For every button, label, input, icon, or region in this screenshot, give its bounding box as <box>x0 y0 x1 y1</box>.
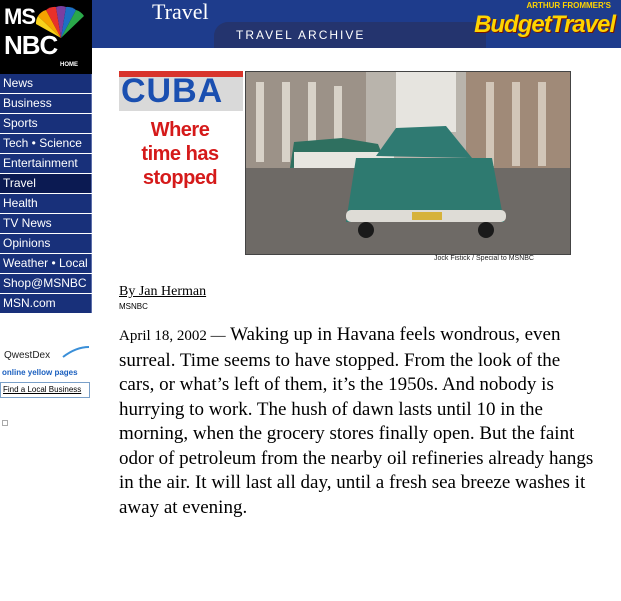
havana-street-photo <box>245 71 571 255</box>
feature-subtitle-line: Where <box>150 119 210 141</box>
author-byline[interactable]: By Jan Herman <box>119 284 206 300</box>
page-header: Travel TRAVEL ARCHIVE ARTHUR FROMMER'S B… <box>92 0 621 48</box>
feature-subtitle-line: stopped <box>142 167 218 189</box>
logo-home-label: HOME <box>60 62 78 68</box>
feature-subtitle: Where time has stopped <box>119 118 241 190</box>
logo-text-msn: MS <box>4 4 36 29</box>
photo-credit: Jock Fistick / Special to MSNBC <box>434 255 534 262</box>
nav-item-opinions[interactable]: Opinions <box>0 234 92 253</box>
travel-archive-tab[interactable]: TRAVEL ARCHIVE <box>214 22 486 48</box>
spacer-image <box>2 420 8 426</box>
nav-item-shop[interactable]: Shop@MSNBC <box>0 274 92 293</box>
sidebar-nav: News Business Sports Tech • Science Ente… <box>0 74 92 314</box>
nav-item-news[interactable]: News <box>0 74 92 93</box>
ad-brand: QwestDex <box>4 350 51 361</box>
article-source: MSNBC <box>119 302 148 311</box>
article-body: April 18, 2002 — Waking up in Havana fee… <box>119 323 599 520</box>
feature-subtitle-line: time has <box>141 143 219 165</box>
nav-item-health[interactable]: Health <box>0 194 92 213</box>
nav-item-entertainment[interactable]: Entertainment <box>0 154 92 173</box>
nav-item-tv-news[interactable]: TV News <box>0 214 92 233</box>
ad-tagline: online yellow pages <box>2 368 78 377</box>
nav-item-tech-science[interactable]: Tech • Science <box>0 134 92 153</box>
logo-text-nbc: NBC <box>4 30 58 60</box>
msnbc-logo[interactable]: MS NBC HOME <box>0 0 92 74</box>
travel-archive-label: TRAVEL ARCHIVE <box>236 28 366 42</box>
nav-item-business[interactable]: Business <box>0 94 92 113</box>
nav-item-sports[interactable]: Sports <box>0 114 92 133</box>
article-text: Waking up in Havana feels wondrous, even… <box>119 324 594 518</box>
qwestdex-ad[interactable]: QwestDex online yellow pages Find a Loca… <box>0 344 92 406</box>
budget-travel-logo[interactable]: ARTHUR FROMMER'S BudgetTravel <box>474 0 621 48</box>
section-title[interactable]: Travel <box>152 0 209 24</box>
nav-item-msn[interactable]: MSN.com <box>0 294 92 313</box>
nav-item-weather-local[interactable]: Weather • Local <box>0 254 92 273</box>
feature-banner: CUBA Where time has stopped <box>119 71 245 191</box>
find-local-business-link[interactable]: Find a Local Business <box>0 382 90 398</box>
partner-small-text: ARTHUR FROMMER'S <box>526 1 611 10</box>
nav-item-travel[interactable]: Travel <box>0 174 92 193</box>
feature-title: CUBA <box>119 71 243 111</box>
article-date: April 18, 2002 — <box>119 328 226 344</box>
swoosh-icon <box>62 346 90 358</box>
partner-big-text: BudgetTravel <box>474 11 616 38</box>
